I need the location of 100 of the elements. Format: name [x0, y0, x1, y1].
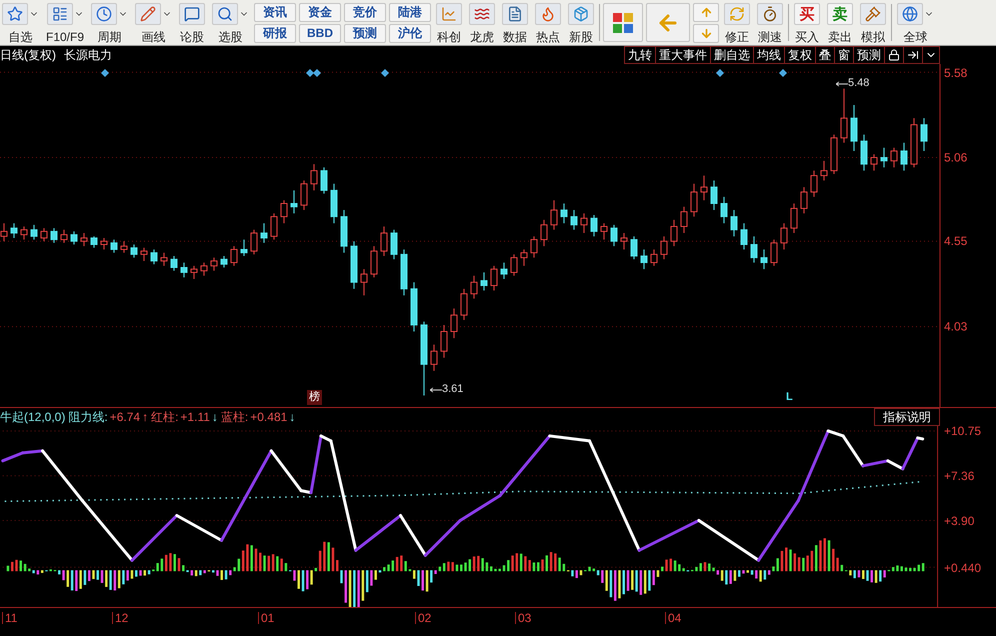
toolbar-button[interactable]: BBD — [299, 24, 342, 42]
toolbar-button[interactable]: 资讯 — [254, 2, 296, 22]
toolbar-button[interactable]: 陆港 — [389, 2, 432, 22]
candlestick — [770, 239, 778, 266]
candlestick — [490, 265, 498, 291]
candlestick — [870, 154, 878, 172]
candlestick — [510, 254, 518, 276]
clock-icon — [96, 6, 112, 22]
chart-tab[interactable]: 窗 — [835, 47, 854, 63]
candlestick — [60, 229, 68, 244]
candlestick — [370, 246, 378, 278]
candlestick — [360, 268, 368, 296]
candlestick — [260, 222, 268, 244]
signal-marker: L — [786, 392, 793, 403]
toolbar-button[interactable]: 科创 — [434, 0, 464, 45]
candlestick — [380, 226, 388, 257]
toolbar-button[interactable]: 资金 — [299, 2, 342, 22]
color-grid-button[interactable] — [603, 3, 644, 42]
toolbar-button[interactable]: 测速 — [755, 0, 786, 45]
candlestick — [530, 236, 538, 258]
toolbar-button[interactable]: 龙虎 — [467, 0, 498, 45]
low-price-label: 3.61 — [442, 384, 464, 395]
trend-arrow: ↑ — [142, 411, 148, 423]
candlestick — [860, 134, 868, 172]
candlestick — [50, 228, 58, 244]
toolbar-button[interactable]: 竞价 — [344, 2, 386, 22]
candlestick — [740, 222, 748, 250]
chart-tab[interactable]: 删自选 — [711, 47, 754, 63]
indicator-label: 阻力线: — [68, 411, 108, 423]
toolbar-button[interactable]: 全球 — [895, 0, 936, 45]
candlestick — [430, 344, 438, 372]
high-price-label: 5.48 — [848, 78, 870, 89]
chart-tab[interactable]: 九转 — [625, 47, 656, 63]
candlestick — [730, 210, 738, 237]
toolbar-button[interactable]: 数据 — [500, 0, 530, 45]
toolbar-button[interactable]: 选股 — [210, 0, 252, 45]
toolbar-button[interactable]: 周期 — [89, 0, 130, 45]
candlestick — [230, 246, 238, 266]
candlestick — [600, 222, 608, 240]
candlestick — [170, 256, 178, 272]
date-axis-label: 01 — [258, 612, 274, 624]
chart-tab[interactable]: 重大事件 — [656, 47, 711, 63]
box-icon — [573, 6, 590, 22]
candlestick — [640, 248, 648, 270]
toolbar-button[interactable]: 研报 — [254, 24, 296, 42]
toolbar-button[interactable]: 自选 — [0, 0, 41, 45]
candlestick — [480, 272, 488, 291]
candlestick — [20, 226, 28, 240]
diamond-icon — [779, 69, 787, 77]
search-icon — [217, 6, 234, 22]
trend-arrow: ↓ — [289, 411, 296, 423]
candlestick — [920, 118, 928, 152]
ranking-badge: 榜 — [307, 390, 322, 405]
candlestick — [80, 232, 88, 247]
date-axis-label: 12 — [112, 612, 128, 624]
toolbar-button[interactable]: 热点 — [533, 0, 564, 45]
candlestick — [570, 210, 578, 230]
stock-name: 长源电力 — [64, 47, 112, 64]
indicator-help-button[interactable]: 指标说明 — [874, 408, 940, 426]
candlestick — [450, 308, 458, 339]
toolbar-button[interactable]: 修正 — [722, 0, 752, 45]
indicator-value: +1.11 — [180, 411, 210, 423]
indicator-value: +0.481 — [250, 411, 288, 423]
indicator-label: 蓝柱: — [220, 411, 248, 423]
candlestick — [800, 186, 808, 214]
candlestick — [700, 175, 708, 201]
candlestick — [270, 212, 278, 240]
indicator-axis-label: +10.75 — [944, 425, 982, 437]
toolbar-button[interactable]: 画线 — [133, 0, 174, 45]
candlestick — [110, 239, 118, 254]
toolbar-button[interactable]: 新股 — [566, 0, 596, 45]
candlestick — [310, 164, 318, 191]
chart-tab[interactable]: 均线 — [754, 47, 785, 63]
candlestick — [280, 200, 288, 224]
toolbar-button[interactable]: 买 买入 — [792, 0, 822, 45]
chart-tab[interactable]: 叠 — [816, 47, 835, 63]
candlestick — [620, 232, 628, 250]
toolbar-button[interactable]: F10/F9 — [44, 0, 86, 45]
indicator-axis-label: +0.440 — [944, 562, 982, 574]
toolbar-button[interactable]: 卖 卖出 — [825, 0, 856, 45]
candlestick — [30, 224, 38, 240]
toolbar-button[interactable]: 预测 — [344, 24, 386, 42]
candlestick — [780, 222, 788, 250]
chart-tab[interactable]: 预测 — [854, 47, 885, 63]
star-icon — [7, 6, 23, 22]
chart-tab[interactable]: 复权 — [785, 47, 816, 63]
candlestick — [500, 262, 508, 280]
candlestick — [150, 248, 158, 265]
indicator-axis-label: +7.36 — [944, 470, 974, 482]
indicator-name: 牛起(12,0,0) — [0, 411, 66, 423]
toolbar-button[interactable]: 论股 — [177, 0, 208, 45]
diamond-icon — [101, 69, 109, 77]
candlestick — [820, 160, 828, 182]
candlestick — [540, 219, 548, 247]
candlestick — [890, 147, 898, 168]
toolbar-button[interactable]: 模拟 — [858, 0, 888, 45]
candlestick — [320, 166, 328, 194]
toolbar-button[interactable]: 沪伦 — [389, 24, 432, 42]
clock-icon — [762, 6, 778, 22]
candlestick — [720, 196, 728, 224]
